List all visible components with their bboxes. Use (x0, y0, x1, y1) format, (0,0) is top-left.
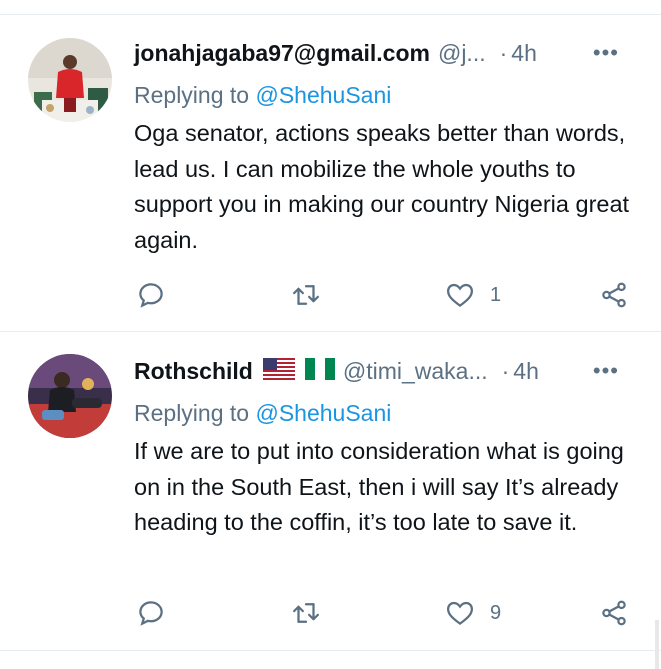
tweet-header: Rothschild @timi_waka... · 4h ••• (134, 356, 641, 386)
retweet-icon (293, 285, 319, 305)
like-count: 9 (490, 601, 502, 624)
author-handle[interactable]: @timi_waka... (343, 358, 488, 385)
like-count: 1 (490, 283, 502, 306)
avatar[interactable] (28, 354, 112, 438)
share-icon (602, 600, 626, 626)
share-button[interactable] (598, 598, 630, 628)
author-name[interactable]: jonahjagaba97@gmail.com (134, 40, 430, 67)
separator-dot: · (501, 357, 510, 384)
reply-button[interactable] (136, 280, 166, 310)
author-name[interactable]: Rothschild (134, 358, 253, 385)
reply-icon (139, 283, 163, 308)
retweet-icon (293, 603, 319, 623)
replying-to-label: Replying to (134, 82, 256, 108)
retweet-button[interactable] (290, 280, 322, 310)
like-icon (446, 601, 474, 626)
tweet-text: If we are to put into consideration what… (134, 438, 624, 535)
like-icon (446, 283, 474, 308)
share-icon (602, 282, 626, 308)
separator-dot: · (499, 39, 508, 66)
nigeria-flag-icon (304, 357, 335, 385)
like-button[interactable]: 1 (444, 280, 501, 310)
avatar[interactable] (28, 38, 112, 122)
retweet-button[interactable] (290, 598, 322, 628)
action-bar: 1 (134, 280, 634, 310)
bottom-divider (0, 650, 661, 651)
tweet-1[interactable]: jonahjagaba97@gmail.com @j... · 4h ••• R… (0, 0, 661, 330)
replying-to-mention[interactable]: @ShehuSani (255, 82, 391, 108)
tweet-2[interactable]: Rothschild @timi_waka... · 4h ••• Replyi… (0, 332, 661, 650)
timestamp[interactable]: 4h (513, 358, 539, 385)
author-handle[interactable]: @j... (438, 40, 486, 67)
reply-button[interactable] (136, 598, 166, 628)
replying-to-mention[interactable]: @ShehuSani (255, 400, 391, 426)
timestamp[interactable]: 4h (511, 40, 537, 67)
more-icon[interactable]: ••• (593, 358, 619, 384)
tweet-text: Oga senator, actions speaks better than … (134, 120, 630, 253)
tweet-header: jonahjagaba97@gmail.com @j... · 4h ••• (134, 38, 641, 68)
more-icon[interactable]: ••• (593, 40, 619, 66)
scrollbar[interactable] (655, 620, 659, 669)
reply-icon (139, 601, 163, 626)
share-button[interactable] (598, 280, 630, 310)
us-flag-icon (262, 357, 295, 385)
like-button[interactable]: 9 (444, 598, 501, 628)
replying-to-label: Replying to (134, 400, 256, 426)
replying-to: Replying to @ShehuSani (134, 400, 391, 427)
action-bar: 9 (134, 598, 634, 628)
replying-to: Replying to @ShehuSani (134, 82, 391, 109)
